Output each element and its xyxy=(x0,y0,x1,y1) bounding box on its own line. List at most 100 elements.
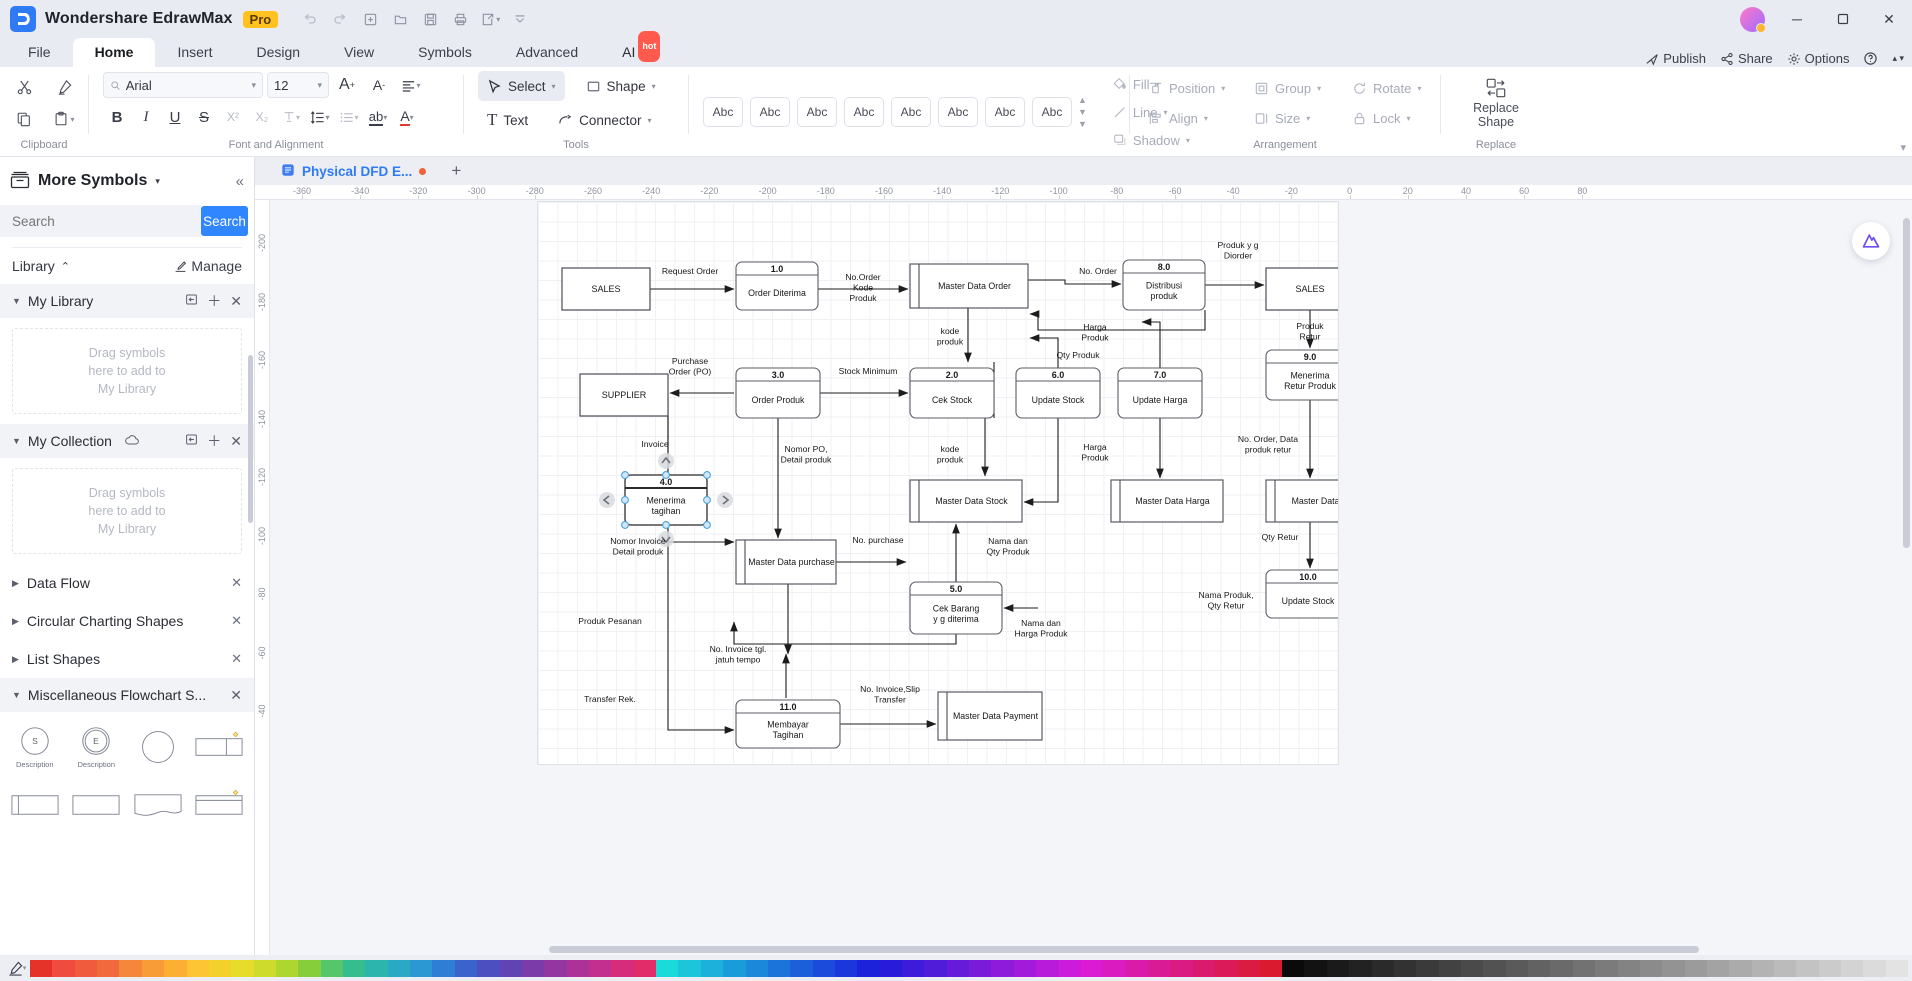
import-icon[interactable] xyxy=(185,433,198,449)
color-swatch[interactable] xyxy=(1617,959,1640,977)
underline-button[interactable]: U xyxy=(161,103,189,131)
subscript-button[interactable]: X₂ xyxy=(248,103,276,131)
color-swatch[interactable] xyxy=(454,959,478,977)
color-swatch[interactable] xyxy=(1550,959,1573,977)
vertical-ruler[interactable]: -200 -180 -160 -140 -120 -100 -80 -60 -40 xyxy=(255,200,270,955)
font-size-caret-icon[interactable]: ▾ xyxy=(317,80,322,91)
copy-icon[interactable] xyxy=(7,104,41,134)
selection-handle[interactable] xyxy=(621,471,629,479)
color-swatch[interactable] xyxy=(1393,959,1417,977)
rotate-button[interactable]: Rotate ▾ xyxy=(1348,75,1434,101)
color-swatch[interactable] xyxy=(1170,959,1193,977)
color-swatch[interactable] xyxy=(1147,959,1171,977)
tab-home[interactable]: Home xyxy=(72,38,156,67)
color-swatch[interactable] xyxy=(1058,959,1081,977)
new-icon[interactable] xyxy=(356,5,384,33)
paste-icon[interactable]: ▾ xyxy=(47,104,81,134)
color-swatch[interactable] xyxy=(857,959,880,977)
tab-file[interactable]: File xyxy=(6,38,73,67)
color-swatch[interactable] xyxy=(1595,959,1618,977)
tab-symbols[interactable]: Symbols xyxy=(396,38,494,67)
color-swatch[interactable] xyxy=(208,959,232,977)
color-swatch[interactable] xyxy=(812,959,835,977)
color-swatch[interactable] xyxy=(1371,959,1394,977)
color-swatch[interactable] xyxy=(410,959,433,977)
italic-button[interactable]: I xyxy=(132,103,160,131)
color-swatch[interactable] xyxy=(1841,959,1864,977)
my-library-dropzone[interactable]: Drag symbols here to add to My Library xyxy=(12,328,242,414)
color-swatch[interactable] xyxy=(499,959,522,977)
color-swatch[interactable] xyxy=(1863,959,1886,977)
canvas-scroll-port[interactable]: SALES 1.0 Order Diterima Master Data Order 8… xyxy=(270,200,1912,955)
text-tool-button[interactable]: T Text xyxy=(478,105,537,135)
section-my-collection[interactable]: ▼ My Collection ＋ ✕ xyxy=(0,424,254,458)
highlight-button[interactable]: ab ▾ xyxy=(364,103,392,131)
color-swatch[interactable] xyxy=(1036,959,1059,977)
close-button[interactable]: ✕ xyxy=(1866,0,1912,38)
color-swatch[interactable] xyxy=(141,959,165,977)
color-swatch[interactable] xyxy=(633,959,657,977)
text-align-icon[interactable]: ▾ xyxy=(397,71,425,99)
format-painter-icon[interactable] xyxy=(47,72,81,102)
color-swatch[interactable] xyxy=(656,959,679,977)
shape-thumb-circle[interactable] xyxy=(129,720,187,774)
color-swatch[interactable] xyxy=(298,959,321,977)
selection-handle[interactable] xyxy=(621,496,629,504)
manage-button[interactable]: Manage xyxy=(174,258,242,274)
size-button[interactable]: Size ▾ xyxy=(1250,105,1336,131)
color-swatch[interactable] xyxy=(1684,959,1707,977)
color-swatch[interactable] xyxy=(97,959,120,977)
style-chip[interactable]: Abc xyxy=(891,97,931,127)
styles-scroll-up-icon[interactable]: ▲ xyxy=(1078,95,1087,105)
style-chip[interactable]: Abc xyxy=(750,97,790,127)
panel-scrollbar[interactable] xyxy=(248,355,253,523)
color-swatch[interactable] xyxy=(1416,959,1439,977)
dfd-edge[interactable] xyxy=(1141,318,1161,368)
font-family-input[interactable] xyxy=(125,77,247,93)
color-swatch[interactable] xyxy=(1326,959,1350,977)
color-swatch[interactable] xyxy=(969,959,992,977)
tab-design[interactable]: Design xyxy=(234,38,322,67)
font-size-select[interactable]: ▾ xyxy=(267,72,329,98)
quick-create-up-icon[interactable] xyxy=(658,453,674,469)
library-item-list-shapes[interactable]: ▶ List Shapes ✕ xyxy=(0,640,254,678)
selection-handle[interactable] xyxy=(703,521,711,529)
color-swatch[interactable] xyxy=(1818,959,1842,977)
styles-expand-icon[interactable]: ▼ xyxy=(1078,119,1087,129)
color-swatch[interactable] xyxy=(343,959,366,977)
avatar[interactable] xyxy=(1730,0,1774,38)
select-tool-button[interactable]: Select ▾ xyxy=(478,71,565,101)
style-chip[interactable]: Abc xyxy=(1032,97,1072,127)
color-swatch[interactable] xyxy=(946,959,970,977)
shape-thumb-start-circle[interactable]: S Description xyxy=(6,720,64,774)
color-swatch[interactable] xyxy=(521,959,545,977)
color-swatch[interactable] xyxy=(991,959,1014,977)
dfd-edge[interactable] xyxy=(1023,418,1059,506)
share-button[interactable]: Share xyxy=(1720,51,1773,66)
color-swatch[interactable] xyxy=(119,959,142,977)
style-chip[interactable]: Abc xyxy=(797,97,837,127)
library-item-data-flow[interactable]: ▶ Data Flow ✕ xyxy=(0,564,254,602)
add-document-tab-button[interactable]: + xyxy=(444,159,468,183)
shape-thumb-store-box[interactable] xyxy=(6,778,64,832)
color-swatch[interactable] xyxy=(1282,959,1305,977)
color-swatch[interactable] xyxy=(1461,959,1484,977)
eyedropper-icon[interactable]: ▾ xyxy=(4,961,30,976)
color-swatch[interactable] xyxy=(1774,959,1797,977)
color-swatch[interactable] xyxy=(902,959,925,977)
color-swatch[interactable] xyxy=(387,959,411,977)
color-swatch[interactable] xyxy=(1796,959,1819,977)
tab-advanced[interactable]: Advanced xyxy=(494,38,600,67)
align-button[interactable]: Align ▾ xyxy=(1144,105,1238,131)
color-swatch[interactable] xyxy=(767,959,791,977)
color-swatch[interactable] xyxy=(879,959,903,977)
superscript-button[interactable]: X² xyxy=(219,103,247,131)
symbol-search-button[interactable]: Search xyxy=(201,206,248,236)
collapse-panel-icon[interactable]: « xyxy=(236,173,244,190)
shape-tool-button[interactable]: Shape ▾ xyxy=(577,71,665,101)
bold-button[interactable]: B xyxy=(103,103,131,131)
color-swatch[interactable] xyxy=(1349,959,1372,977)
print-icon[interactable] xyxy=(446,5,474,33)
save-icon[interactable] xyxy=(416,5,444,33)
shape-thumb-document[interactable] xyxy=(129,778,187,832)
